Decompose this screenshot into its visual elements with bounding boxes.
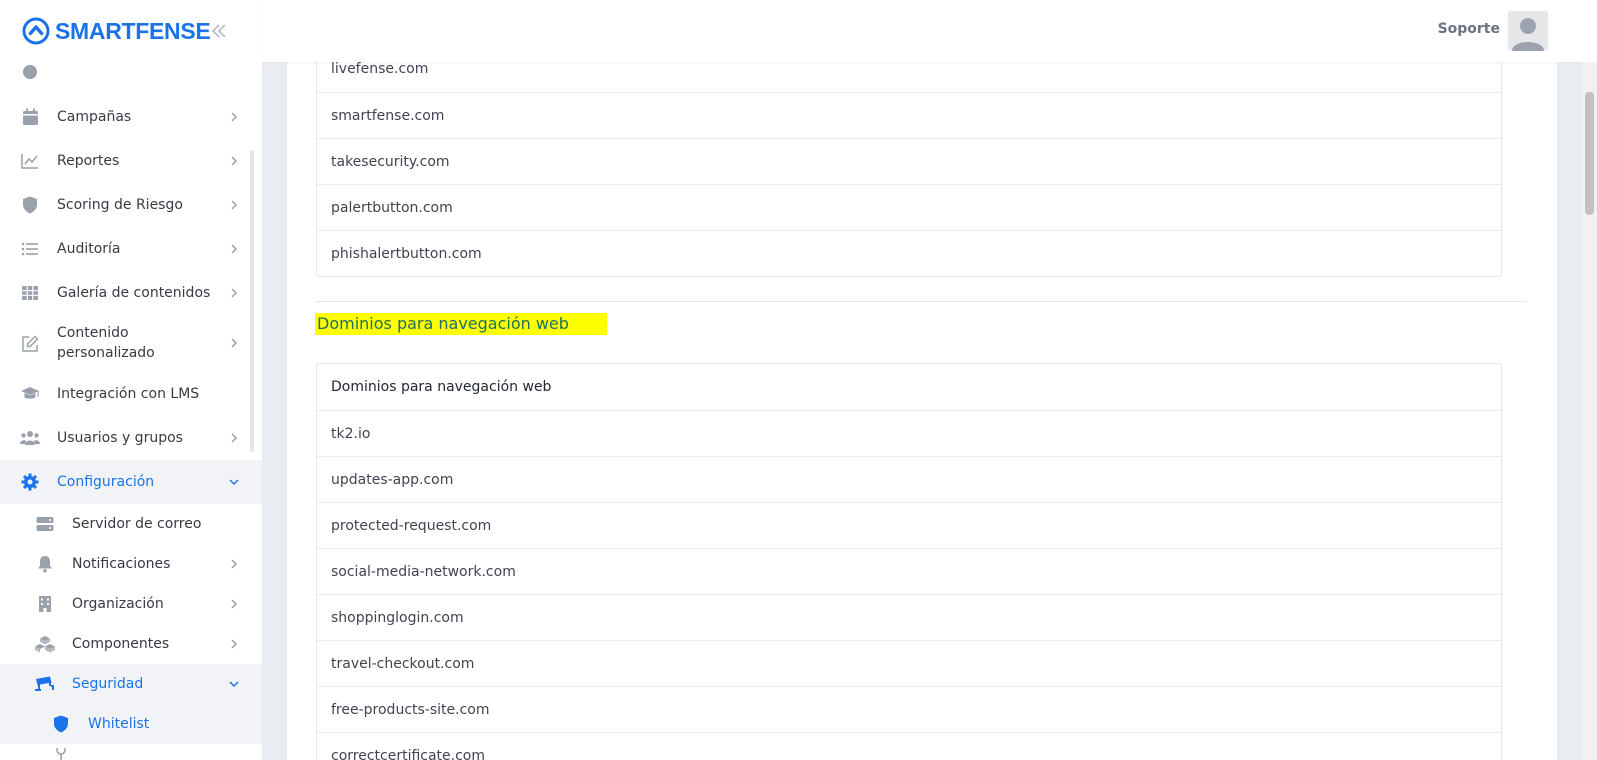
chevron-right-icon [231, 288, 238, 298]
list-item: free-products-site.com [317, 686, 1501, 732]
smartfense-logo-icon [22, 17, 50, 45]
chevron-right-icon [231, 433, 238, 443]
sidebar-item-label: Auditoría [57, 241, 121, 257]
sidebar-item-label: Seguridad [72, 676, 144, 692]
sidebar-item-label: Integración con LMS [57, 386, 200, 402]
gear-icon [20, 472, 40, 492]
top-bar: Soporte [262, 0, 1597, 62]
dashboard-icon [20, 62, 40, 82]
building-icon [35, 594, 55, 614]
sidebar: Campañas Reportes Scoring de Riesgo Audi… [0, 0, 262, 760]
calendar-icon [20, 107, 40, 127]
sidebar-item-seguridad[interactable]: Seguridad [0, 664, 262, 704]
chevron-right-icon [231, 112, 238, 122]
sidebar-item-usuarios[interactable]: Usuarios y grupos [0, 416, 262, 460]
sidebar-item-label: Usuarios y grupos [57, 430, 183, 446]
sidebar-item-label: Notificaciones [72, 556, 171, 572]
list-item: updates-app.com [317, 456, 1501, 502]
list-icon [20, 239, 40, 259]
user-avatar-icon [1508, 11, 1548, 51]
sidebar-item-organizacion[interactable]: Organización [0, 584, 262, 624]
brand: SMARTFENSE [0, 0, 262, 62]
sidebar-item-configuracion[interactable]: Configuración [0, 460, 262, 504]
chevron-down-icon [229, 479, 239, 486]
section-title: Dominios para navegación web [315, 313, 607, 335]
user-name[interactable]: Soporte [1438, 21, 1500, 37]
boxes-icon [35, 634, 55, 654]
grid-icon [20, 283, 40, 303]
sidebar-item-scoring[interactable]: Scoring de Riesgo [0, 183, 262, 227]
sidebar-item-label: Componentes [72, 636, 170, 652]
web-domains-list: Dominios para navegación web tk2.io upda… [316, 363, 1502, 760]
section-divider [316, 301, 1526, 302]
security-camera-icon [35, 674, 55, 694]
sidebar-item-label: Whitelist [88, 716, 150, 732]
shield-icon [51, 714, 71, 734]
key-icon [51, 748, 71, 760]
email-domains-list: livefense.com smartfense.com takesecurit… [316, 45, 1502, 277]
sidebar-item-label: Campañas [57, 109, 132, 125]
collapse-sidebar-icon[interactable] [208, 20, 230, 42]
chevron-right-icon [231, 200, 238, 210]
sidebar-item-campanas[interactable]: Campañas [0, 95, 262, 139]
list-item: shoppinglogin.com [317, 594, 1501, 640]
list-item: tk2.io [317, 410, 1501, 456]
list-item: takesecurity.com [317, 138, 1501, 184]
sidebar-item-label: Servidor de correo [72, 516, 202, 532]
graduation-cap-icon [20, 384, 40, 404]
list-item: travel-checkout.com [317, 640, 1501, 686]
sidebar-item-label: Scoring de Riesgo [57, 197, 183, 213]
chevron-right-icon [231, 338, 238, 348]
sidebar-item-label: Contenido personalizado [57, 325, 155, 361]
sidebar-item-label: Configuración [57, 474, 155, 490]
list-header: Dominios para navegación web [331, 379, 552, 395]
shield-icon [20, 195, 40, 215]
list-item: phishalertbutton.com [317, 230, 1501, 276]
list-item: social-media-network.com [317, 548, 1501, 594]
bell-icon [35, 554, 55, 574]
list-item: protected-request.com [317, 502, 1501, 548]
sidebar-item-whitelist[interactable]: Whitelist [0, 704, 262, 744]
edit-icon [20, 334, 40, 354]
sidebar-item-notificaciones[interactable]: Notificaciones [0, 544, 262, 584]
scrollbar-thumb[interactable] [1585, 92, 1594, 215]
chevron-right-icon [231, 599, 238, 609]
chevron-right-icon [231, 156, 238, 166]
server-icon [35, 514, 55, 534]
page-scrollbar[interactable] [1582, 62, 1597, 760]
sidebar-item-componentes[interactable]: Componentes [0, 624, 262, 664]
sidebar-item-label: Galería de contenidos [57, 285, 211, 301]
chevron-right-icon [231, 559, 238, 569]
sidebar-scrollbar[interactable] [250, 150, 254, 452]
sidebar-item-cutoff [0, 748, 262, 760]
chevron-right-icon [231, 639, 238, 649]
sidebar-item-label: Reportes [57, 153, 120, 169]
users-icon [20, 428, 40, 448]
sidebar-item-galeria[interactable]: Galería de contenidos [0, 271, 262, 315]
list-item: smartfense.com [317, 92, 1501, 138]
chevron-right-icon [231, 244, 238, 254]
sidebar-item-contenido[interactable]: Contenido personalizado [0, 318, 262, 368]
sidebar-item-auditoria[interactable]: Auditoría [0, 227, 262, 271]
brand-name: SMARTFENSE [55, 17, 211, 44]
list-item: palertbutton.com [317, 184, 1501, 230]
sidebar-item-lms[interactable]: Integración con LMS [0, 372, 262, 416]
sidebar-item-reportes[interactable]: Reportes [0, 139, 262, 183]
avatar[interactable] [1508, 11, 1548, 51]
sidebar-item-servidor-correo[interactable]: Servidor de correo [0, 504, 262, 544]
chart-line-icon [20, 151, 40, 171]
list-item: correctcertificate.com [317, 732, 1501, 760]
sidebar-item-label: Organización [72, 596, 164, 612]
chevron-down-icon [229, 681, 239, 688]
